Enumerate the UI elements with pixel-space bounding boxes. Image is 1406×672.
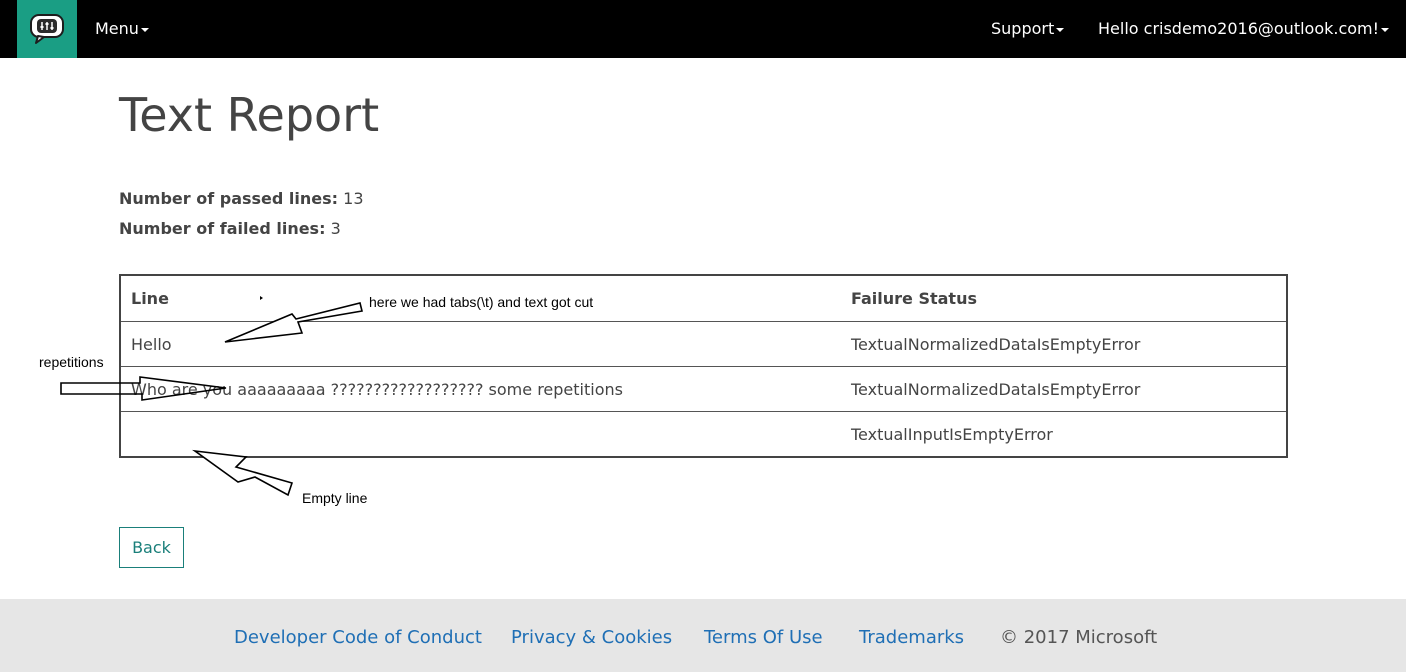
annotation-tabs-note: here we had tabs(\t) and text got cut (369, 294, 594, 310)
failed-lines-label: Number of failed lines: (119, 219, 326, 238)
footer-link-developer-code-of-conduct[interactable]: Developer Code of Conduct (234, 627, 482, 648)
menu-dropdown[interactable]: Menu (95, 0, 149, 58)
passed-lines-value: 13 (343, 189, 364, 208)
status-cell: TextualNormalizedDataIsEmptyError (841, 321, 1287, 367)
app-logo[interactable] (17, 0, 77, 58)
table-row: TextualInputIsEmptyError (120, 412, 1287, 458)
caret-down-icon (1381, 27, 1390, 32)
line-cell: Hello (120, 321, 841, 367)
footer: Developer Code of Conduct Privacy & Cook… (0, 599, 1406, 672)
copyright-text: © 2017 Microsoft (1000, 627, 1158, 648)
caret-down-icon (140, 27, 149, 32)
support-label: Support (991, 19, 1055, 38)
status-cell: TextualNormalizedDataIsEmptyError (841, 366, 1287, 412)
report-table: Line Failure Status Hello TextualNormali… (119, 274, 1288, 458)
table-row: Hello TextualNormalizedDataIsEmptyError (120, 321, 1287, 367)
line-cell (120, 412, 841, 458)
failed-lines-stat: Number of failed lines: 3 (119, 219, 341, 238)
failed-lines-value: 3 (330, 219, 341, 238)
table-header-row: Line Failure Status (120, 275, 1287, 322)
page-root: Menu Support Hello crisdemo2016@outlook.… (0, 0, 1406, 672)
top-navbar: Menu Support Hello crisdemo2016@outlook.… (0, 0, 1406, 58)
column-header-failure-status: Failure Status (841, 275, 1287, 322)
footer-link-privacy-cookies[interactable]: Privacy & Cookies (511, 627, 672, 648)
footer-link-terms-of-use[interactable]: Terms Of Use (704, 627, 823, 648)
chat-bubble-equalizer-icon (30, 14, 64, 44)
footer-link-trademarks[interactable]: Trademarks (859, 627, 964, 648)
line-cell: Who are you aaaaaaaaa ??????????????????… (120, 366, 841, 412)
passed-lines-label: Number of passed lines: (119, 189, 339, 208)
support-dropdown[interactable]: Support (991, 0, 1065, 58)
page-title: Text Report (119, 88, 380, 142)
annotation-repetitions-note: repetitions (39, 354, 104, 370)
user-dropdown[interactable]: Hello crisdemo2016@outlook.com! (1098, 0, 1390, 58)
annotation-empty-line-note: Empty line (302, 490, 368, 506)
caret-down-icon (1056, 27, 1065, 32)
status-cell: TextualInputIsEmptyError (851, 424, 1053, 444)
menu-label: Menu (95, 19, 139, 38)
passed-lines-stat: Number of passed lines: 13 (119, 189, 364, 208)
user-greeting: Hello crisdemo2016@outlook.com! (1098, 19, 1380, 38)
back-button[interactable]: Back (119, 527, 184, 568)
table-row: Who are you aaaaaaaaa ??????????????????… (120, 366, 1287, 412)
